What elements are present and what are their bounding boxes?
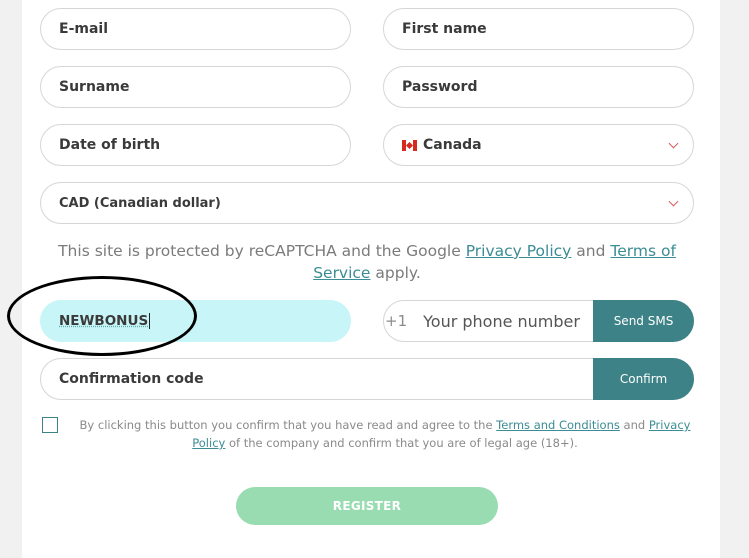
privacy-policy-link[interactable]: Privacy Policy: [466, 242, 572, 260]
agreement-and: and: [623, 418, 646, 432]
password-placeholder: Password: [402, 79, 478, 95]
country-select[interactable]: Canada: [383, 124, 694, 166]
send-sms-button[interactable]: Send SMS: [593, 300, 694, 342]
hand-drawn-circle-annotation: [7, 276, 197, 356]
phone-placeholder: Your phone number: [423, 311, 580, 331]
agreement-text: By clicking this button you confirm that…: [72, 416, 698, 452]
confirm-button[interactable]: Confirm: [593, 358, 694, 400]
agreement-text-1: By clicking this button you confirm that…: [79, 418, 493, 432]
confirmation-code-placeholder: Confirmation code: [59, 371, 204, 387]
password-field[interactable]: Password: [383, 66, 694, 108]
terms-and-conditions-link[interactable]: Terms and Conditions: [496, 418, 620, 432]
send-sms-label: Send SMS: [613, 314, 674, 328]
chevron-down-icon: [668, 138, 679, 149]
recaptcha-notice: This site is protected by reCAPTCHA and …: [40, 240, 694, 284]
recaptcha-and: and: [576, 242, 606, 260]
agreement-text-2: of the company and confirm that you are …: [229, 436, 578, 450]
first-name-placeholder: First name: [402, 21, 487, 37]
confirm-label: Confirm: [619, 372, 668, 386]
recaptcha-text: This site is protected by reCAPTCHA and …: [58, 242, 461, 260]
canada-flag-icon: [402, 139, 417, 151]
phone-prefix: +1: [385, 312, 408, 330]
currency-value: CAD (Canadian dollar): [59, 195, 221, 211]
recaptcha-suffix: apply.: [375, 264, 421, 282]
country-value: Canada: [423, 137, 482, 153]
agreement-checkbox[interactable]: [42, 417, 58, 433]
surname-placeholder: Surname: [59, 79, 130, 95]
email-field[interactable]: E-mail: [40, 8, 351, 50]
date-of-birth-placeholder: Date of birth: [59, 137, 161, 153]
register-button[interactable]: REGISTER: [236, 487, 498, 525]
confirmation-code-field[interactable]: Confirmation code Confirm: [40, 358, 694, 400]
phone-field[interactable]: +1 Your phone number Send SMS: [383, 300, 694, 342]
currency-select[interactable]: CAD (Canadian dollar): [40, 182, 694, 224]
register-label: REGISTER: [332, 499, 402, 513]
chevron-down-icon: [668, 196, 679, 207]
first-name-field[interactable]: First name: [383, 8, 694, 50]
surname-field[interactable]: Surname: [40, 66, 351, 108]
date-of-birth-field[interactable]: Date of birth: [40, 124, 351, 166]
email-placeholder: E-mail: [59, 21, 109, 37]
